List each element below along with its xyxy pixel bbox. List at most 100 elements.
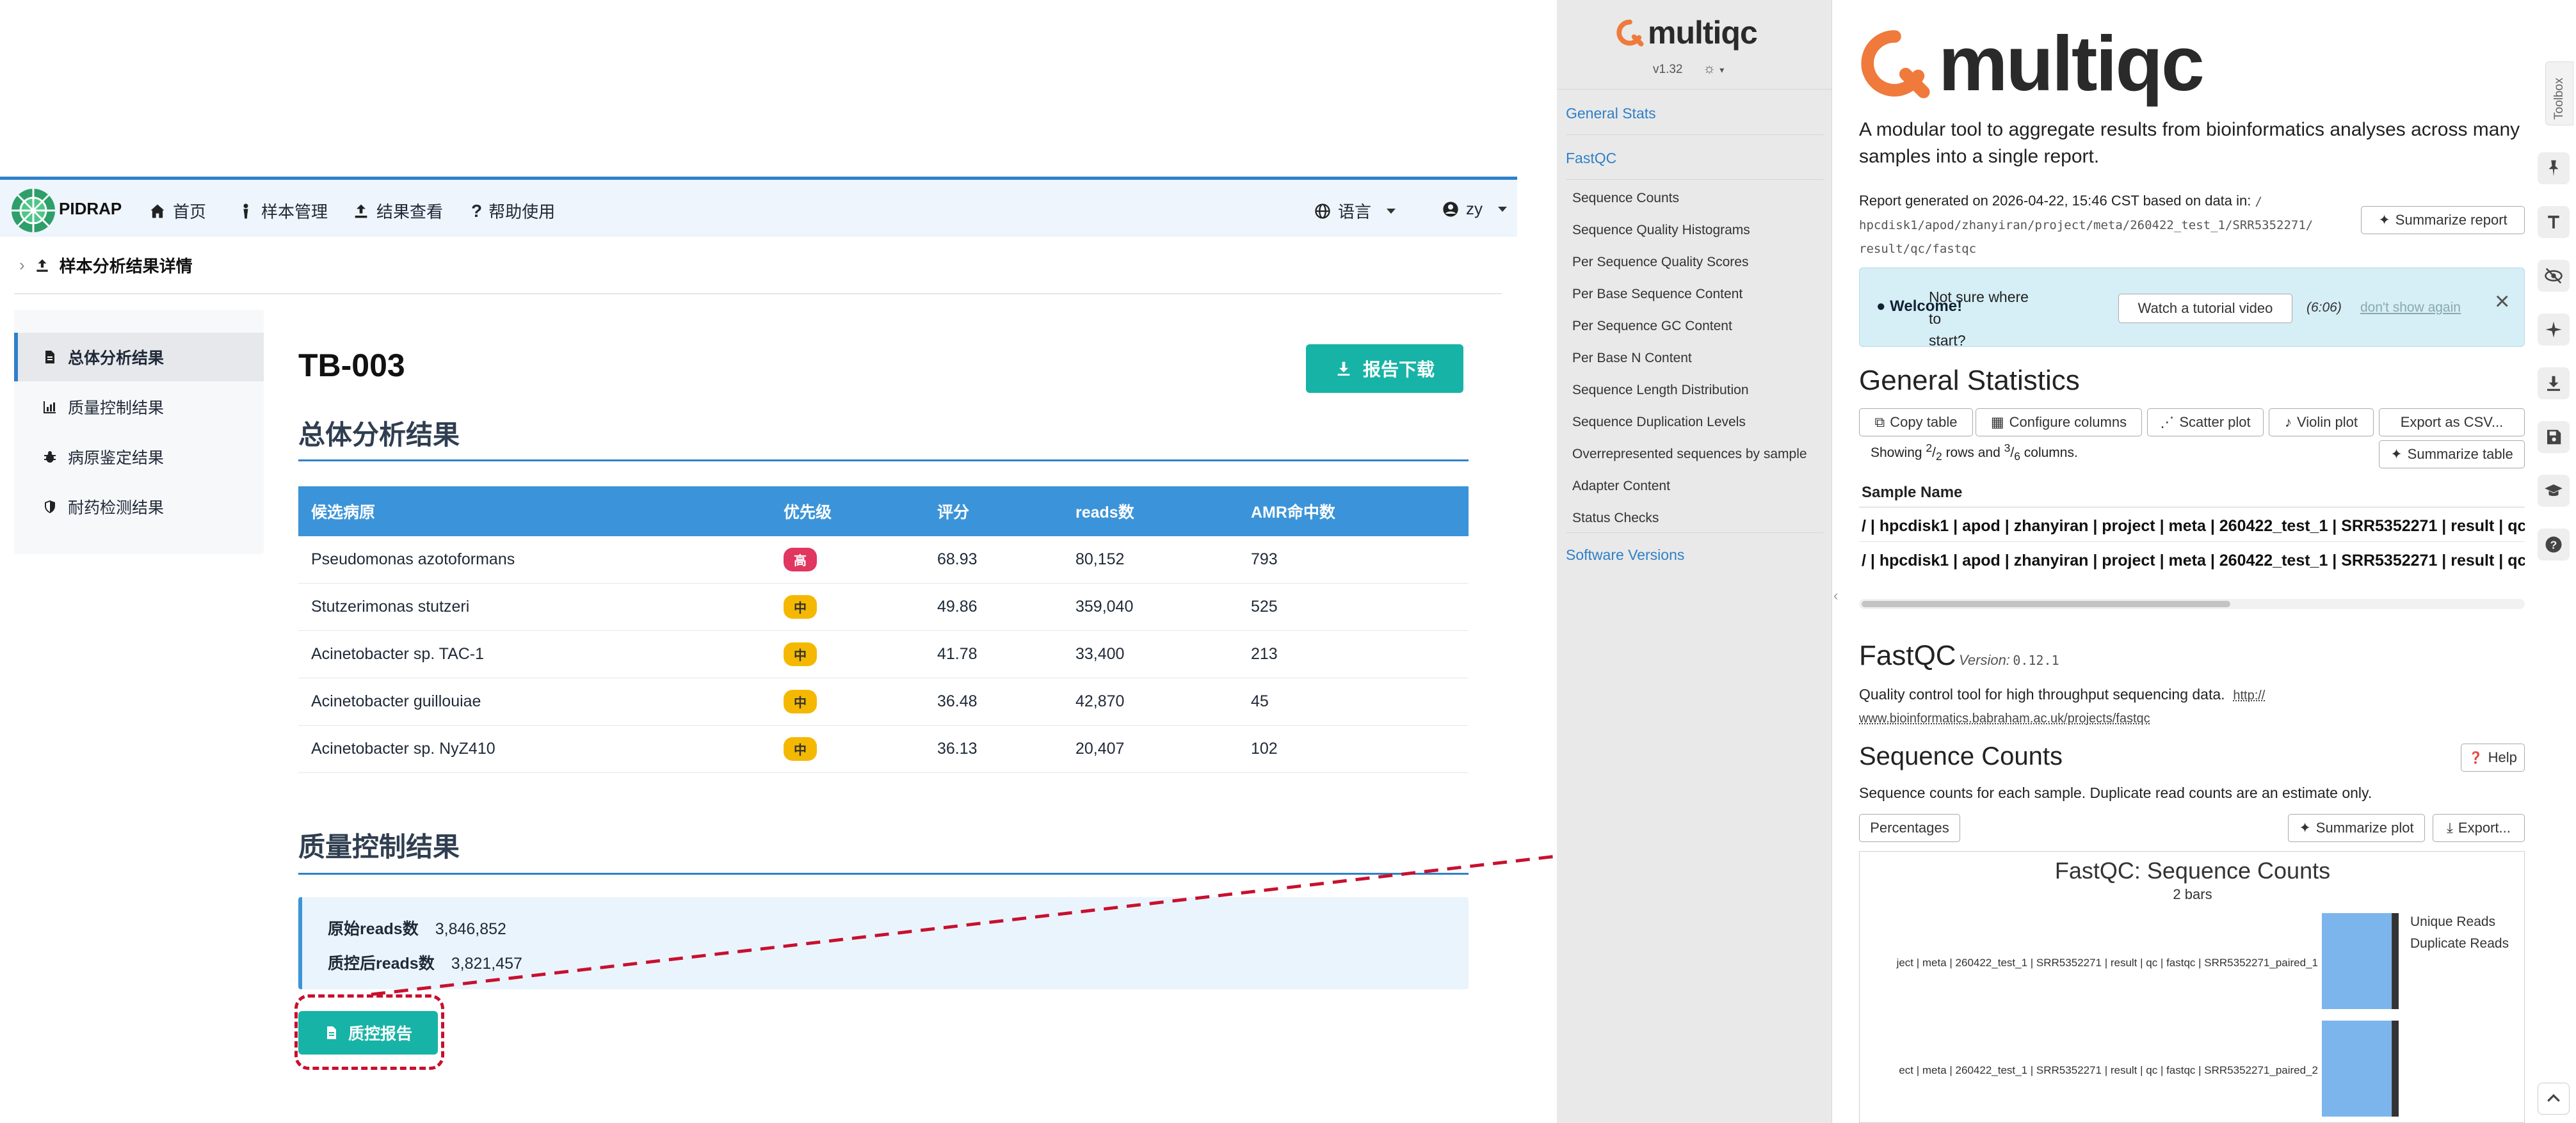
sequence-counts-description: Sequence counts for each sample. Duplica… (1859, 785, 2372, 801)
export-button[interactable]: ⤓ Export... (2433, 814, 2525, 842)
section-underline (298, 459, 1469, 461)
export-csv-button[interactable]: Export as CSV... (2379, 408, 2525, 436)
scatter-plot-button[interactable]: ⋰ Scatter plot (2147, 408, 2264, 436)
copy-table-button[interactable]: ⧉ Copy table (1859, 408, 1973, 436)
toc-sub-item[interactable]: Sequence Counts (1572, 191, 1679, 206)
configure-columns-button[interactable]: ▦ Configure columns (1976, 408, 2142, 436)
pathogen-table: 候选病原 优先级 评分 reads数 AMR命中数 Pseudomonas az… (298, 486, 1469, 773)
close-icon[interactable]: × (2495, 287, 2509, 316)
toc-general-stats[interactable]: General Stats (1566, 105, 1656, 122)
report-download-button[interactable]: 报告下载 (1306, 344, 1463, 393)
sidebar-item-label: 耐药检测结果 (68, 499, 165, 517)
score-cell: 68.93 (937, 550, 978, 568)
toc-software-versions[interactable]: Software Versions (1566, 546, 1684, 564)
reads-cell: 42,870 (1075, 692, 1125, 710)
chevron-right-icon[interactable]: › (19, 255, 25, 275)
table-horizontal-scrollbar[interactable] (1859, 599, 2525, 609)
toc-fastqc[interactable]: FastQC (1566, 150, 1616, 167)
column-header[interactable]: 优先级 (784, 486, 832, 536)
save-icon[interactable] (2538, 421, 2570, 453)
fastqc-link[interactable]: www.bioinformatics.babraham.ac.uk/projec… (1859, 712, 2150, 726)
hide-icon[interactable] (2538, 260, 2570, 292)
toolbox-tab[interactable]: Toolbox (2545, 61, 2573, 125)
download-icon[interactable] (2538, 367, 2570, 399)
upload-icon (355, 204, 367, 218)
user-menu[interactable]: zy (1442, 199, 1507, 219)
qc-raw-value: 3,846,852 (435, 920, 506, 938)
sample-name-header[interactable]: Sample Name (1862, 484, 1962, 502)
qc-clean-value: 3,821,457 (451, 955, 522, 973)
multiqc-header-logo: multiqc (1859, 20, 2205, 107)
toc-sub-item[interactable]: Per Base Sequence Content (1572, 287, 1743, 302)
chart-title: FastQC: Sequence Counts (2055, 857, 2330, 884)
sidebar-item-overview[interactable]: 总体分析结果 (14, 333, 264, 381)
toc-sub-item[interactable]: Sequence Quality Histograms (1572, 223, 1750, 238)
sidebar-item-label: 总体分析结果 (68, 349, 165, 367)
sidebar-item-label: 病原鉴定结果 (68, 449, 165, 467)
globe-icon (1315, 203, 1330, 219)
sidebar-item-amr[interactable]: 耐药检测结果 (14, 482, 264, 531)
rename-icon[interactable] (2538, 206, 2570, 238)
question-icon[interactable]: ? (2538, 529, 2570, 561)
sparkle-icon: ✦ (2390, 446, 2403, 462)
table-body: Pseudomonas azotoformans 高 68.93 80,152 793 S… (298, 536, 1469, 773)
logo-text: multiqc (1938, 20, 2205, 107)
pathogen-cell: Pseudomonas azotoformans (311, 550, 515, 568)
toc-sub-item[interactable]: Per Base N Content (1572, 351, 1692, 366)
sidebar-item-label: 质量控制结果 (68, 399, 165, 417)
divider (1566, 179, 1823, 180)
column-header[interactable]: AMR命中数 (1251, 486, 1335, 536)
scrollbar-thumb[interactable] (1862, 601, 2230, 607)
priority-badge: 高 (784, 548, 817, 571)
language-label: 语言 (1338, 202, 1372, 221)
summarize-plot-button[interactable]: ✦ Summarize plot (2288, 814, 2425, 842)
reads-cell: 80,152 (1075, 550, 1125, 568)
toc-sub-item[interactable]: Sequence Length Distribution (1572, 383, 1749, 398)
table-header: 候选病原 优先级 评分 reads数 AMR命中数 (298, 486, 1469, 536)
column-header[interactable]: 评分 (937, 486, 969, 536)
report-download-label: 报告下载 (1362, 360, 1435, 379)
multiqc-logo[interactable]: multiqc (1616, 14, 1758, 51)
tutorial-video-button[interactable]: Watch a tutorial video (2118, 294, 2292, 323)
column-header[interactable]: 候选病原 (311, 486, 375, 536)
sun-icon: ☼ (1703, 60, 1716, 76)
nav-home[interactable]: 首页 (149, 199, 206, 223)
fastqc-link-start[interactable]: http:// (2233, 689, 2265, 703)
theme-toggle[interactable]: ☼ ▾ (1703, 60, 1724, 77)
nav-samples[interactable]: 样本管理 (237, 199, 328, 223)
scroll-to-top-icon[interactable] (2538, 1083, 2570, 1115)
summarize-report-button[interactable]: ✦ Summarize report (2361, 206, 2525, 234)
rows-and-text: rows and (1945, 445, 2000, 460)
graduation-cap-icon[interactable] (2538, 475, 2570, 507)
sparkle-icon[interactable] (2538, 314, 2570, 346)
pin-icon[interactable] (2538, 152, 2570, 184)
multiqc-logo-icon (1616, 19, 1644, 47)
sidebar-item-pathogen[interactable]: 病原鉴定结果 (14, 433, 264, 481)
violin-plot-button[interactable]: ♪ Violin plot (2269, 408, 2374, 436)
bar-duplicate-reads (2392, 913, 2399, 1009)
fastqc-heading: FastQC Version: 0.12.1 (1859, 640, 2059, 672)
toc-sub-item[interactable]: Status Checks (1572, 511, 1659, 526)
language-dropdown[interactable]: 语言 (1314, 199, 1396, 223)
nav-results[interactable]: 结果查看 (352, 199, 443, 223)
column-header[interactable]: reads数 (1075, 486, 1134, 536)
sidebar-item-qc[interactable]: 质量控制结果 (14, 383, 264, 431)
help-button[interactable]: ❓ Help (2461, 744, 2525, 772)
table-row: Pseudomonas azotoformans 高 68.93 80,152 793 (298, 536, 1469, 584)
toc-sub-item[interactable]: Adapter Content (1572, 479, 1670, 494)
toc-sub-item[interactable]: Per Sequence GC Content (1572, 319, 1732, 334)
welcome-text-1: Not sure where to (1929, 289, 2029, 327)
fastqc-version-label: Version: (1959, 652, 2010, 668)
nav-help[interactable]: ? 帮助使用 (471, 199, 555, 223)
percentages-button[interactable]: Percentages (1859, 814, 1960, 842)
pidrap-logo-icon[interactable] (9, 186, 58, 235)
brand-name[interactable]: PIDRAP (59, 199, 122, 219)
sidebar-collapse-handle[interactable]: ‹ (1833, 587, 1847, 613)
page-title: TB-003 (298, 347, 405, 383)
annotation-highlight-box (294, 994, 444, 1070)
dont-show-again-link[interactable]: don't show again (2360, 300, 2461, 315)
toc-sub-item[interactable]: Sequence Duplication Levels (1572, 415, 1746, 430)
summarize-table-button[interactable]: ✦ Summarize table (2379, 440, 2525, 468)
toc-sub-item[interactable]: Per Sequence Quality Scores (1572, 255, 1748, 270)
toc-sub-item[interactable]: Overrepresented sequences by sample (1572, 447, 1807, 462)
